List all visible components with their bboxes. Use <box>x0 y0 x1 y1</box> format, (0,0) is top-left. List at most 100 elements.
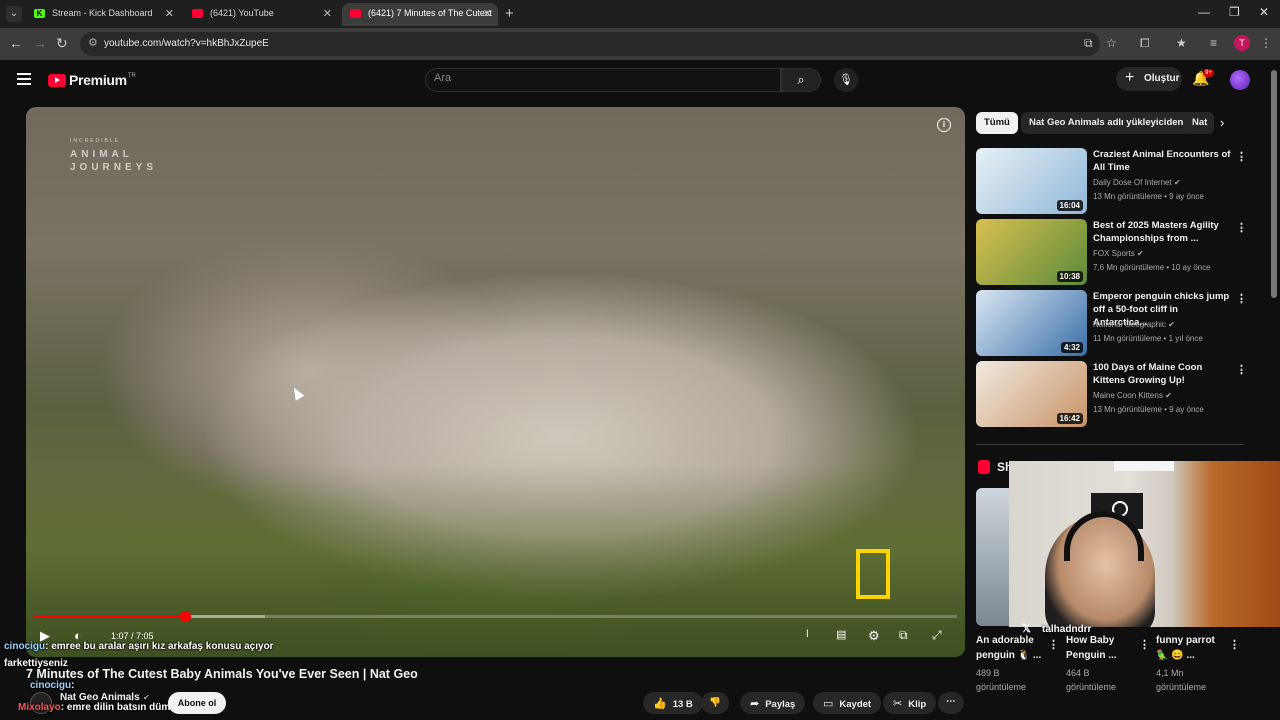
chat-user: cinocigu <box>30 680 72 691</box>
more-actions-button[interactable]: ⋯ <box>938 692 964 714</box>
dislike-button[interactable]: 👎 <box>701 692 729 714</box>
channel-name[interactable]: Daily Dose Of Internet ✔ <box>1093 178 1181 187</box>
media-control-icon[interactable]: ≡ <box>1210 36 1217 50</box>
share-label: Paylaş <box>765 699 796 710</box>
browser-menu-icon[interactable]: ⋮ <box>1260 36 1272 50</box>
tab-youtube-video[interactable]: (6421) 7 Minutes of The Cutest ✕ <box>342 3 498 26</box>
back-icon[interactable]: ← <box>9 35 23 51</box>
fullscreen-icon[interactable]: ⤢ <box>932 628 942 643</box>
close-icon[interactable]: ✕ <box>165 7 174 20</box>
show-watermark: INCREDIBLE ANIMAL JOURNEYS <box>70 135 157 174</box>
reload-icon[interactable]: ↻ <box>56 35 68 52</box>
search-button[interactable]: ⌕ <box>781 68 821 92</box>
more-vert-icon[interactable]: ⋮ <box>1236 292 1247 305</box>
create-label: Oluştur <box>1144 73 1180 84</box>
channel-name[interactable]: Maine Coon Kittens ✔ <box>1093 391 1172 400</box>
autoplay-toggle[interactable]: ⏽ <box>803 628 812 641</box>
recommended-video[interactable]: 16:42 100 Days of Maine Coon Kittens Grow… <box>976 361 1247 427</box>
video-thumbnail[interactable]: 10:38 <box>976 219 1087 285</box>
chip-related[interactable]: Nat <box>1184 112 1214 134</box>
video-title[interactable]: 100 Days of Maine Coon Kittens Growing U… <box>1093 361 1231 387</box>
bookmark-star-icon[interactable]: ☆ <box>1106 36 1117 50</box>
time-display: 1:07 / 7:05 <box>111 631 154 641</box>
more-vert-icon[interactable]: ⋮ <box>1229 638 1240 651</box>
video-duration: 4:32 <box>1060 342 1083 353</box>
miniplayer-icon[interactable]: ⧉ <box>899 628 908 643</box>
share-button[interactable]: ➦ Paylaş <box>740 692 806 714</box>
save-label: Kaydet <box>839 699 872 710</box>
watermark-small: INCREDIBLE <box>70 138 121 144</box>
profile-avatar[interactable]: T <box>1234 35 1250 51</box>
channel-name[interactable]: FOX Sports ✔ <box>1093 249 1144 258</box>
progress-bar[interactable] <box>34 611 957 622</box>
recommended-video[interactable]: 10:38 Best of 2025 Masters Agility Champi… <box>976 219 1247 285</box>
create-button[interactable]: + Oluştur <box>1116 67 1182 91</box>
more-vert-icon[interactable]: ⋮ <box>1236 150 1247 163</box>
maximize-icon[interactable]: ❐ <box>1229 5 1240 19</box>
section-divider <box>976 444 1244 445</box>
video-player[interactable]: INCREDIBLE ANIMAL JOURNEYS i ▶ ◐ 1:07 / … <box>26 107 965 657</box>
short-title[interactable]: An adorable penguin 🐧 ... <box>976 633 1048 663</box>
site-info-icon[interactable]: ⚙ <box>88 36 98 49</box>
close-icon[interactable]: ✕ <box>483 7 492 20</box>
recommended-video[interactable]: 16:04 Craziest Animal Encounters of All T… <box>976 148 1247 214</box>
more-vert-icon[interactable]: ⋮ <box>1236 221 1247 234</box>
bookmarks-icon[interactable]: ★ <box>1176 36 1187 50</box>
forward-icon[interactable]: → <box>33 35 47 51</box>
subscribe-button[interactable]: Abone ol <box>168 692 226 714</box>
address-bar[interactable]: ⚙ youtube.com/watch?v=hkBhJxZupeE <box>80 32 1100 56</box>
short-title[interactable]: How Baby Penguin ... <box>1066 633 1138 663</box>
install-app-icon[interactable]: ⧉ <box>1084 36 1093 51</box>
like-button[interactable]: 👍 13 B <box>643 692 703 714</box>
bookmark-icon: ▭ <box>823 698 834 710</box>
extensions-icon[interactable]: ⧠ <box>1140 36 1150 51</box>
chat-user: cinocigu <box>4 641 46 652</box>
video-duration: 16:42 <box>1056 413 1083 424</box>
short-views-count: 489 B <box>976 668 1000 678</box>
close-icon[interactable]: ✕ <box>323 7 332 20</box>
recommended-video[interactable]: 4:32 Emperor penguin chicks jump off a 50… <box>976 290 1247 356</box>
watermark-line2: JOURNEYS <box>70 162 158 173</box>
info-icon[interactable]: i <box>937 118 951 132</box>
video-thumbnail[interactable]: 16:04 <box>976 148 1087 214</box>
more-vert-icon[interactable]: ⋮ <box>1048 638 1059 651</box>
youtube-premium-logo[interactable]: Premium TR <box>48 72 136 88</box>
browser-tab-bar: ⌄ K Stream - Kick Dashboard ✕ (6421) You… <box>0 0 1280 28</box>
minimize-icon[interactable]: — <box>1198 5 1210 19</box>
tab-kick-dashboard[interactable]: K Stream - Kick Dashboard ✕ <box>26 3 180 26</box>
short-title[interactable]: funny parrot 🦜 😄 ... <box>1156 633 1228 663</box>
tab-search-button[interactable]: ⌄ <box>6 6 22 22</box>
watermark-line1: ANIMAL <box>70 149 133 160</box>
voice-search-button[interactable]: 🎙 <box>834 68 858 92</box>
chat-text: : emree bu aralar aşırı kız arkafaş konu… <box>45 641 274 652</box>
more-vert-icon[interactable]: ⋮ <box>1236 363 1247 376</box>
search-box <box>425 68 781 92</box>
chip-all[interactable]: Tümü <box>976 112 1018 134</box>
new-tab-button[interactable]: + <box>505 5 514 22</box>
video-thumbnail[interactable]: 4:32 <box>976 290 1087 356</box>
video-thumbnail[interactable]: 16:42 <box>976 361 1087 427</box>
chevron-right-icon[interactable]: › <box>1220 115 1224 130</box>
account-avatar[interactable] <box>1230 70 1250 90</box>
short-views: 464 B görüntüleme <box>1066 666 1138 694</box>
chip-from-channel[interactable]: Nat Geo Animals adlı yükleyiciden <box>1021 112 1192 134</box>
page-scrollbar[interactable] <box>1271 70 1277 298</box>
settings-gear-icon[interactable]: ⚙ <box>868 628 880 644</box>
channel-name-text: Daily Dose Of Internet <box>1093 178 1172 187</box>
more-icon: ⋯ <box>946 696 956 707</box>
subtitles-icon[interactable]: ▤ <box>836 628 846 641</box>
search-input[interactable] <box>434 72 764 84</box>
air-conditioner <box>1114 461 1174 471</box>
clip-button[interactable]: ✂ Klip <box>883 692 937 714</box>
video-title[interactable]: Craziest Animal Encounters of All Time <box>1093 148 1231 174</box>
short-views-label: görüntüleme <box>1066 682 1117 692</box>
video-title[interactable]: Best of 2025 Masters Agility Championshi… <box>1093 219 1231 245</box>
window-close-icon[interactable]: ✕ <box>1259 5 1269 19</box>
channel-name[interactable]: National Geographic ✔ <box>1093 320 1175 329</box>
save-button[interactable]: ▭ Kaydet <box>813 692 882 714</box>
tab-youtube-home[interactable]: (6421) YouTube ✕ <box>184 3 338 26</box>
video-meta: 7,6 Mn görüntüleme • 10 ay önce <box>1093 263 1211 272</box>
plus-icon: + <box>1125 69 1135 86</box>
more-vert-icon[interactable]: ⋮ <box>1139 638 1150 651</box>
menu-icon[interactable] <box>17 73 31 85</box>
